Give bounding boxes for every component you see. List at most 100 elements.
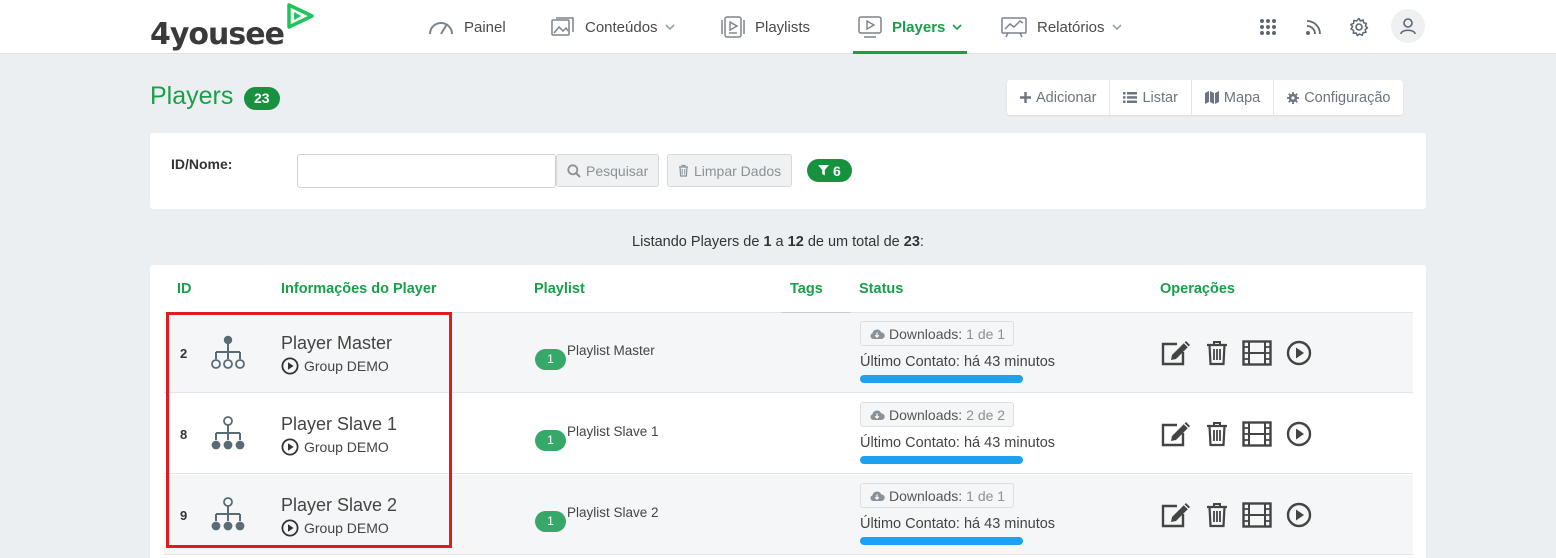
chevron-down-icon <box>952 24 962 30</box>
player-id: 9 <box>180 508 188 523</box>
listing-summary: Listando Players de 1 a 12 de um total d… <box>0 234 1556 250</box>
last-contact-value: há 43 minutos <box>963 435 1056 451</box>
downloads-status: Downloads: 1 de 1 <box>860 483 1015 508</box>
last-contact: Último Contato: há 43 minutos <box>860 354 1055 370</box>
header-actions: Adicionar Listar Mapa Configuração <box>1007 80 1404 115</box>
player-screen-icon <box>858 16 882 38</box>
last-contact: Último Contato: há 43 minutos <box>860 435 1055 451</box>
slave-hierarchy-icon <box>210 497 246 540</box>
col-header-id[interactable]: ID <box>177 281 192 297</box>
edit-icon[interactable] <box>1160 420 1192 448</box>
edit-icon[interactable] <box>1160 501 1192 529</box>
playlists-icon <box>721 16 745 38</box>
film-icon[interactable] <box>1242 421 1272 447</box>
list-button[interactable]: Listar <box>1110 80 1192 115</box>
player-group-link[interactable]: Group DEMO <box>281 357 389 375</box>
film-icon[interactable] <box>1242 340 1272 366</box>
nav-conteudos[interactable]: Conteúdos <box>551 0 675 54</box>
playlist-name[interactable]: Playlist Slave 1 <box>567 424 659 439</box>
slave-hierarchy-icon <box>210 416 246 459</box>
players-count-badge: 23 <box>244 87 280 110</box>
listing-to-word: a <box>775 234 784 250</box>
listing-to: 12 <box>787 234 804 250</box>
listing-prefix: Listando Players de <box>632 234 760 250</box>
player-group-link[interactable]: Group DEMO <box>281 519 389 537</box>
search-icon <box>567 163 581 178</box>
active-filters-count: 6 <box>833 162 841 179</box>
player-name[interactable]: Player Slave 2 <box>281 495 397 516</box>
user-icon[interactable] <box>1391 9 1425 43</box>
player-name[interactable]: Player Master <box>281 333 392 354</box>
delete-icon[interactable] <box>1206 340 1228 366</box>
row-operations <box>1160 339 1326 367</box>
clear-button-label: Limpar Dados <box>694 162 782 179</box>
nav-relatorios-label: Relatórios <box>1037 18 1105 36</box>
play-circle-icon <box>281 519 299 537</box>
table-row: 9 Player Slave 2 Group DEMO 1 Playlist S… <box>164 475 1413 555</box>
filter-panel: ID/Nome: Pesquisar Limpar Dados 6 <box>150 133 1426 209</box>
listing-total: 23 <box>903 234 920 250</box>
nav-relatorios[interactable]: Relatórios <box>1001 0 1122 54</box>
delete-icon[interactable] <box>1206 421 1228 447</box>
playlist-count-badge: 1 <box>535 430 566 451</box>
film-icon[interactable] <box>1242 502 1272 528</box>
player-group-link[interactable]: Group DEMO <box>281 438 389 456</box>
rss-feed-icon[interactable] <box>1298 12 1330 42</box>
image-gallery-icon <box>551 17 575 37</box>
col-header-tags[interactable]: Tags <box>790 281 823 297</box>
cog-icon <box>1287 91 1300 104</box>
add-button-label: Adicionar <box>1036 89 1097 106</box>
player-group: Group DEMO <box>304 439 389 455</box>
col-header-info[interactable]: Informações do Player <box>281 281 437 297</box>
chart-board-icon <box>1001 16 1027 38</box>
play-circle-icon[interactable] <box>1286 421 1312 447</box>
col-header-status[interactable]: Status <box>859 281 903 297</box>
nav-players[interactable]: Players <box>852 0 968 54</box>
last-contact-label: Último Contato: <box>860 516 960 532</box>
nav-players-label: Players <box>892 18 946 36</box>
nav-playlists[interactable]: Playlists <box>721 0 810 54</box>
gear-icon[interactable] <box>1343 12 1375 42</box>
id-name-label: ID/Nome: <box>171 156 233 172</box>
edit-icon[interactable] <box>1160 339 1192 367</box>
player-id: 2 <box>180 346 188 361</box>
status-progress-bar <box>860 375 1023 383</box>
downloads-status: Downloads: 1 de 1 <box>860 321 1015 346</box>
nav-painel[interactable]: Painel <box>428 0 506 54</box>
play-circle-icon <box>281 357 299 375</box>
downloads-value: 2 de 2 <box>966 406 1006 423</box>
clear-button[interactable]: Limpar Dados <box>667 154 793 187</box>
logo[interactable]: 4yousee <box>150 3 316 50</box>
last-contact: Último Contato: há 43 minutos <box>860 516 1055 532</box>
page-title: Players <box>150 82 234 110</box>
cloud-download-icon <box>869 328 885 340</box>
chevron-down-icon <box>1111 24 1122 30</box>
downloads-label: Downloads: <box>889 325 963 342</box>
active-filters-badge[interactable]: 6 <box>807 159 852 182</box>
search-button[interactable]: Pesquisar <box>556 154 660 187</box>
delete-icon[interactable] <box>1206 502 1228 528</box>
playlist-name[interactable]: Playlist Master <box>567 343 655 358</box>
id-name-input[interactable] <box>297 154 556 188</box>
last-contact-label: Último Contato: <box>860 435 960 451</box>
master-hierarchy-icon <box>210 335 246 378</box>
playlist-count-badge: 1 <box>535 511 566 532</box>
map-button[interactable]: Mapa <box>1192 80 1275 115</box>
apps-grid-icon[interactable] <box>1252 12 1284 42</box>
settings-button[interactable]: Configuração <box>1274 80 1403 115</box>
nav-painel-label: Painel <box>464 18 506 36</box>
list-button-label: Listar <box>1142 89 1178 106</box>
table-row: 2 Player Master Group DEMO 1 Playlist Ma… <box>164 313 1413 393</box>
player-id: 8 <box>180 427 188 442</box>
play-circle-icon[interactable] <box>1286 340 1312 366</box>
downloads-label: Downloads: <box>889 487 963 504</box>
cloud-download-icon <box>869 490 885 502</box>
map-icon <box>1204 91 1219 104</box>
player-name[interactable]: Player Slave 1 <box>281 414 397 435</box>
map-button-label: Mapa <box>1223 89 1261 106</box>
logo-play-mark-icon <box>286 3 316 34</box>
playlist-name[interactable]: Playlist Slave 2 <box>567 505 659 520</box>
col-header-playlist[interactable]: Playlist <box>534 281 585 297</box>
play-circle-icon[interactable] <box>1286 502 1312 528</box>
add-button[interactable]: Adicionar <box>1007 80 1111 115</box>
